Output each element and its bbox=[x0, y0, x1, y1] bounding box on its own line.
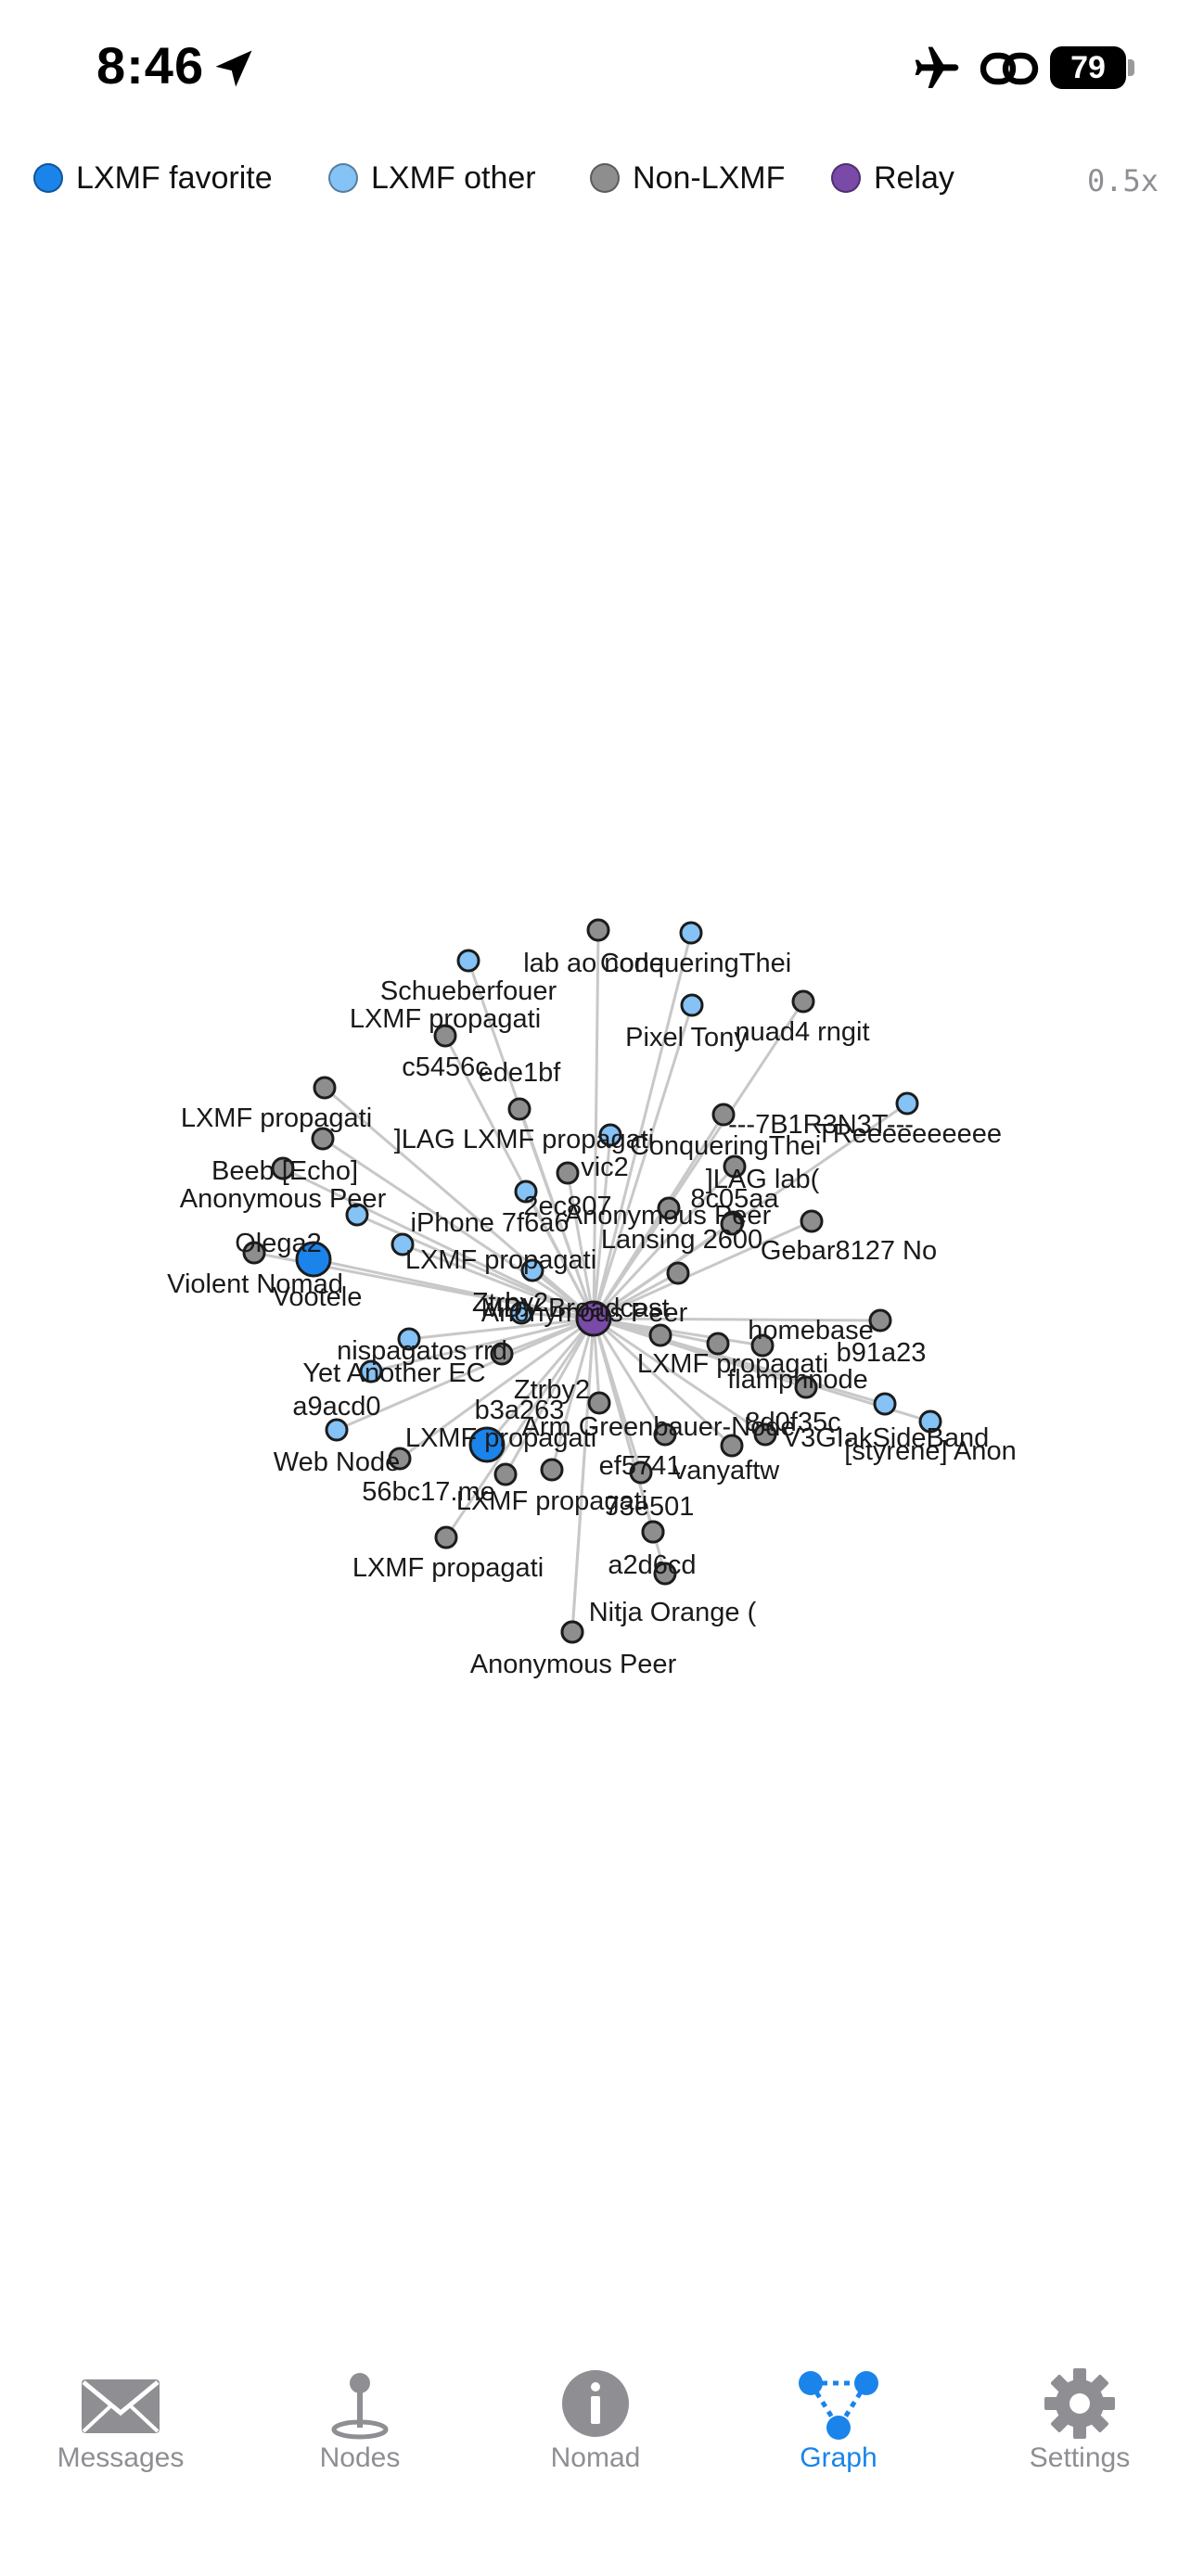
graph-node-label: ConqueringThei bbox=[600, 949, 791, 978]
legend-item-lxmf-other: LXMF other bbox=[328, 154, 536, 202]
battery-cap bbox=[1128, 59, 1134, 76]
graph-node-label: Lansing 2600 bbox=[601, 1225, 762, 1255]
graph-node-label: Vootele bbox=[273, 1282, 363, 1312]
graph-node-label: Anonymous Peer bbox=[180, 1184, 387, 1214]
graph-node-label: Pixel Tony bbox=[625, 1023, 748, 1052]
info-circle-icon bbox=[562, 2370, 629, 2437]
graph-node[interactable] bbox=[507, 1097, 531, 1121]
tab-bar: Messages Nodes Nomad Graph Settings bbox=[0, 2346, 1191, 2576]
network-graph-icon bbox=[799, 2371, 878, 2440]
graph-node-label: ef5741 bbox=[599, 1451, 682, 1481]
graph-node[interactable] bbox=[313, 1076, 337, 1100]
graph-legend: LXMF favorite LXMF other Non-LXMF Relay … bbox=[0, 148, 1191, 208]
graph-node-label: [styrene] Anon bbox=[844, 1436, 1016, 1466]
graph-node-label: b91a23 bbox=[837, 1338, 927, 1368]
graph-node-label: Anonymous Peer bbox=[481, 1298, 688, 1328]
graph-node[interactable] bbox=[873, 1392, 897, 1416]
legend-item-lxmf-favorite: LXMF favorite bbox=[33, 154, 273, 202]
graph-node-label: Gebar8127 No bbox=[761, 1236, 937, 1266]
graph-node[interactable] bbox=[800, 1209, 824, 1233]
graph-node[interactable] bbox=[456, 949, 480, 973]
network-graph[interactable]: MDV Broadcast Olega2 LXMF propagati lab ao … bbox=[0, 213, 1191, 2318]
graph-node-label: Beeb [Echo] bbox=[211, 1156, 358, 1186]
zoom-level[interactable]: 0.5x bbox=[1087, 163, 1159, 198]
tab-label: Settings bbox=[1029, 2442, 1131, 2473]
graph-node-label: nuad4 rngit bbox=[735, 1017, 869, 1047]
status-bar: 8:46 79 bbox=[0, 0, 1191, 139]
airplane-icon bbox=[915, 46, 959, 88]
legend-label: Non-LXMF bbox=[633, 159, 786, 196]
graph-node-label: Yet Another EC bbox=[302, 1358, 485, 1388]
graph-node[interactable] bbox=[666, 1261, 690, 1285]
graph-node[interactable] bbox=[540, 1458, 564, 1482]
graph-node-label: iPhone 7f6a6 bbox=[411, 1208, 570, 1238]
graph-svg[interactable]: MDV BroadcastOlega2LXMF propagatilab ao … bbox=[0, 213, 1191, 2318]
legend-item-relay: Relay bbox=[831, 154, 954, 202]
graph-node-label: vic2 bbox=[581, 1153, 629, 1182]
link-icon bbox=[980, 52, 1039, 85]
tab-nodes[interactable]: Nodes bbox=[258, 2346, 462, 2485]
graph-node-label: a2d6cd bbox=[608, 1550, 696, 1580]
graph-node[interactable] bbox=[434, 1525, 458, 1549]
legend-dot bbox=[33, 163, 63, 193]
battery-indicator: 79 bbox=[1050, 46, 1126, 89]
tab-label: Nodes bbox=[319, 2442, 401, 2473]
graph-node-label: Schueberfouer bbox=[380, 976, 557, 1006]
graph-node[interactable] bbox=[680, 993, 704, 1017]
location-arrow-icon bbox=[215, 50, 252, 87]
legend-dot bbox=[831, 163, 861, 193]
graph-node[interactable] bbox=[641, 1520, 665, 1544]
graph-node[interactable] bbox=[560, 1620, 584, 1644]
graph-node[interactable] bbox=[556, 1161, 580, 1185]
graph-node-label: TReeeeeeeeee bbox=[816, 1119, 1002, 1149]
map-pin-icon bbox=[331, 2373, 389, 2440]
graph-node-label: LXMF propagati bbox=[352, 1553, 544, 1583]
status-time: 8:46 bbox=[96, 36, 205, 95]
graph-edge bbox=[570, 1318, 596, 1633]
graph-node-label: 73e501 bbox=[605, 1492, 695, 1522]
graph-node-label: c5456c bbox=[402, 1052, 489, 1082]
legend-label: LXMF other bbox=[371, 159, 536, 196]
legend-dot bbox=[328, 163, 358, 193]
tab-nomad[interactable]: Nomad bbox=[493, 2346, 698, 2485]
graph-node[interactable] bbox=[587, 1391, 611, 1415]
graph-node-label: ConqueringThei bbox=[630, 1131, 821, 1161]
legend-label: LXMF favorite bbox=[76, 159, 273, 196]
envelope-icon bbox=[82, 2379, 160, 2433]
graph-node[interactable] bbox=[791, 989, 815, 1014]
tab-label: Graph bbox=[800, 2442, 877, 2473]
graph-node-label: ede1bf bbox=[479, 1058, 562, 1088]
graph-node-label: LXMF propagati bbox=[350, 1004, 541, 1034]
graph-node-label: Anonymous Peer bbox=[470, 1650, 677, 1679]
graph-node-label: Olega2 bbox=[235, 1229, 322, 1258]
tab-settings[interactable]: Settings bbox=[978, 2346, 1182, 2485]
graph-node-label: a9acd0 bbox=[292, 1392, 380, 1422]
graph-node-label: flamphnode bbox=[727, 1365, 868, 1395]
graph-node[interactable] bbox=[325, 1418, 349, 1442]
gear-icon bbox=[1044, 2368, 1115, 2439]
legend-label: Relay bbox=[874, 159, 954, 196]
graph-node-label: ]LAG LXMF propagati bbox=[394, 1125, 654, 1154]
graph-node[interactable] bbox=[493, 1462, 518, 1486]
graph-node-label: LXMF propagati bbox=[181, 1103, 372, 1133]
graph-node[interactable] bbox=[679, 921, 703, 945]
tab-messages[interactable]: Messages bbox=[19, 2346, 223, 2485]
graph-node-label: LXMF propagati bbox=[405, 1245, 596, 1275]
legend-item-non-lxmf: Non-LXMF bbox=[590, 154, 785, 202]
legend-dot bbox=[590, 163, 620, 193]
graph-node[interactable] bbox=[586, 918, 610, 942]
graph-node-label: vanyaftw bbox=[673, 1456, 780, 1486]
tab-graph[interactable]: Graph bbox=[736, 2346, 941, 2485]
graph-node-label: Web Node bbox=[274, 1447, 401, 1477]
graph-node[interactable] bbox=[648, 1323, 672, 1347]
graph-node-label: Nitja Orange ( bbox=[589, 1598, 757, 1627]
tab-label: Nomad bbox=[550, 2442, 641, 2473]
tab-label: Messages bbox=[57, 2442, 185, 2473]
